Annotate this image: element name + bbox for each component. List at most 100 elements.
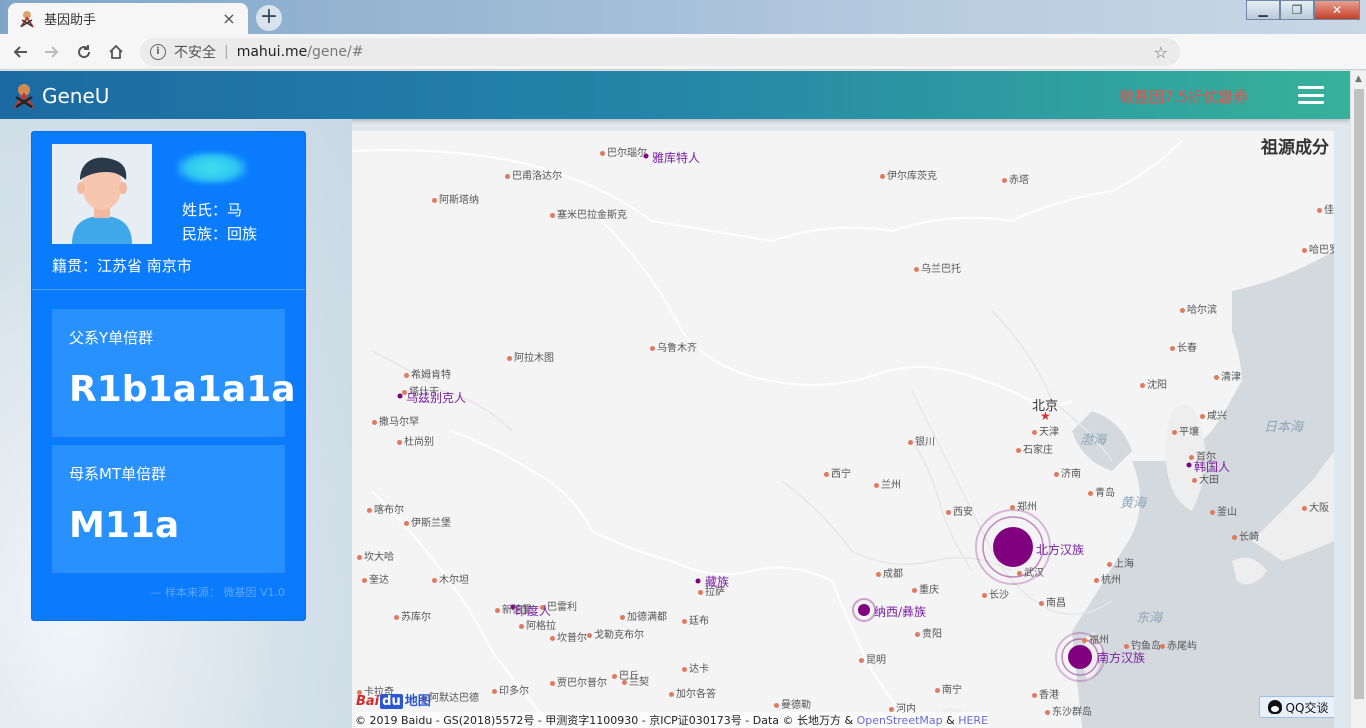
ethnic-label-uzbek[interactable]: 乌兹别克人 xyxy=(406,389,466,406)
ethnic-label-yakut[interactable]: 雅库特人 xyxy=(652,149,700,166)
scroll-up-arrow-icon[interactable]: ▲ xyxy=(1351,71,1366,87)
logo-text: GeneU xyxy=(42,84,110,108)
city-label: 奎达 xyxy=(362,571,389,586)
maternal-haplogroup-box: 母系MT单倍群 M11a xyxy=(52,445,285,573)
city-label: 南昌 xyxy=(1039,594,1066,609)
city-label: 重庆 xyxy=(912,581,939,596)
city-label: 济南 xyxy=(1054,465,1081,480)
baidu-paw-icon: du xyxy=(380,694,403,709)
info-icon[interactable]: i xyxy=(150,44,166,60)
sea-label: 黄海 xyxy=(1120,496,1147,511)
tab-title: 基因助手 xyxy=(44,13,97,28)
city-label: 木尔坦 xyxy=(432,571,469,586)
island-label: 赤尾屿 xyxy=(1160,637,1197,652)
city-label: 兰州 xyxy=(874,476,901,491)
city-label: 坎普尔 xyxy=(550,629,587,644)
capital-star-icon: ★ xyxy=(1040,409,1051,423)
city-label: 长沙 xyxy=(982,586,1009,601)
city-label: 釜山 xyxy=(1210,503,1237,518)
city-label: 杜尚别 xyxy=(397,433,434,448)
qq-chat-button[interactable]: QQ交谈 xyxy=(1259,696,1334,718)
tab-close-icon[interactable]: × xyxy=(220,9,238,28)
ethnic-label-naxi[interactable]: 纳西/彝族 xyxy=(874,603,926,620)
home-icon[interactable] xyxy=(100,36,132,68)
insecure-label: 不安全 xyxy=(174,45,216,61)
city-label: 郑州 xyxy=(1010,498,1037,513)
minimize-button[interactable]: ▁ xyxy=(1246,0,1280,20)
city-label: 巴甫洛达尔 xyxy=(505,167,562,182)
city-label: 石家庄 xyxy=(1016,441,1053,456)
copyright-text: © 2019 Baidu - GS(2018)5572号 - 甲测资字11009… xyxy=(355,714,857,727)
reload-icon[interactable] xyxy=(68,36,100,68)
city-label: 青岛 xyxy=(1088,484,1115,499)
city-label: 银川 xyxy=(908,433,935,448)
city-label: 大阪 xyxy=(1302,499,1329,514)
sea-label: 日本海 xyxy=(1264,420,1304,435)
address-bar[interactable]: i 不安全 | mahui.me /gene/# ☆ xyxy=(140,38,1180,66)
city-label: 上海 xyxy=(1107,555,1134,570)
city-label: 福州 xyxy=(1082,631,1109,646)
city-label: 达卡 xyxy=(682,660,709,675)
city-label: 撒马尔罕 xyxy=(372,413,419,428)
app-logo[interactable]: GeneU xyxy=(10,82,109,110)
sea-label: 渤海 xyxy=(1080,433,1107,448)
hamburger-menu-icon[interactable] xyxy=(1298,86,1324,104)
window-close-button[interactable]: ✕ xyxy=(1314,0,1360,20)
browser-toolbar: i 不安全 | mahui.me /gene/# ☆ RP xyxy=(0,34,1366,96)
origin-field: 籍贯：江苏省 南京市 xyxy=(52,257,192,275)
back-arrow-icon[interactable] xyxy=(4,36,36,68)
ethnic-label-tibetan[interactable]: 藏族 xyxy=(705,573,729,590)
ethnic-label-indian[interactable]: 印度人 xyxy=(515,602,551,619)
city-label: 阿拉木图 xyxy=(507,349,554,364)
map-title: 祖源成分 xyxy=(1261,138,1329,158)
user-avatar xyxy=(52,144,152,244)
ethnic-label-north-han[interactable]: 北方汉族 xyxy=(1036,541,1084,558)
qq-penguin-icon xyxy=(1267,700,1282,714)
paternal-value: R1b1a1a1a xyxy=(69,369,296,410)
baidu-logo-text: Bai xyxy=(356,694,380,709)
city-label: 希姆肯特 xyxy=(404,366,451,381)
person-avatar-icon xyxy=(52,144,152,244)
sea-label: 东海 xyxy=(1136,611,1163,626)
surname-field: 姓氏：马 xyxy=(182,201,243,219)
ethnic-label-south-han[interactable]: 南方汉族 xyxy=(1097,649,1145,666)
city-label: 哈巴罗夫斯克 xyxy=(1302,241,1334,256)
maternal-label: 母系MT单倍群 xyxy=(69,465,167,483)
city-label: 咸兴 xyxy=(1200,407,1227,422)
sample-source: — 样本来源： 微基因 V1.0 xyxy=(150,586,285,599)
city-label: 南宁 xyxy=(935,681,962,696)
city-label: 清津 xyxy=(1214,368,1241,383)
city-label: 伊斯兰堡 xyxy=(404,514,451,529)
forward-arrow-icon[interactable] xyxy=(36,36,68,68)
page-scrollbar[interactable]: ▲ xyxy=(1350,71,1366,728)
maternal-value: M11a xyxy=(69,505,180,546)
city-label: 杭州 xyxy=(1094,571,1121,586)
city-label: 佳木斯 xyxy=(1317,201,1334,216)
here-link[interactable]: HERE xyxy=(958,714,988,727)
new-tab-button[interactable]: + xyxy=(256,5,282,31)
browser-tab-bar: 基因助手 × + ▁ ❐ ✕ xyxy=(0,0,1366,34)
city-label: 昆明 xyxy=(859,651,886,666)
promo-coupon-link[interactable]: 微基因7.5折优惠券 xyxy=(1119,86,1248,107)
bookmark-star-icon[interactable]: ☆ xyxy=(1154,43,1168,62)
city-label: 阿斯塔纳 xyxy=(432,191,479,206)
scrollbar-thumb[interactable] xyxy=(1354,89,1364,699)
ethnicity-field: 民族：回族 xyxy=(182,225,258,243)
blurred-username xyxy=(177,152,247,184)
url-separator: | xyxy=(224,44,229,60)
baidu-map-text: 地图 xyxy=(404,694,431,709)
ancestry-map[interactable]: 祖源成分 巴尔瑙尔 巴甫洛达尔 阿斯塔纳 塞米巴拉金斯克 伊尔库茨克 赤塔 乌兰… xyxy=(352,131,1334,728)
browser-tab[interactable]: 基因助手 × xyxy=(8,3,248,34)
dna-favicon-icon xyxy=(20,10,34,28)
profile-card: 姓氏：马 民族：回族 籍贯：江苏省 南京市 父系Y单倍群 R1b1a1a1a 母… xyxy=(31,131,306,621)
city-label: 西宁 xyxy=(824,465,851,480)
ethnic-label-korean[interactable]: 韩国人 xyxy=(1194,458,1230,475)
maximize-button[interactable]: ❐ xyxy=(1280,0,1314,20)
city-label: 喀布尔 xyxy=(367,501,404,516)
baidu-map-logo[interactable]: Bai du 地图 xyxy=(356,690,431,709)
city-label: 塞米巴拉金斯克 xyxy=(550,206,627,221)
openstreetmap-link[interactable]: OpenStreetMap xyxy=(857,714,943,727)
window-controls: ▁ ❐ ✕ xyxy=(1246,0,1360,20)
copyright-and: & xyxy=(942,714,959,727)
dna-logo-icon xyxy=(13,84,35,109)
